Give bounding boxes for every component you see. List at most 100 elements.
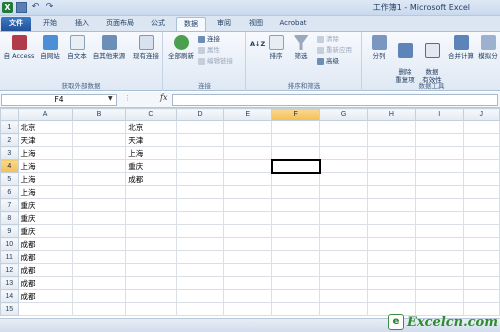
cell-d10[interactable]: [175, 237, 225, 251]
cell-g1[interactable]: [319, 120, 368, 134]
cell-a9[interactable]: 重庆: [17, 224, 73, 238]
cell-e13[interactable]: [223, 276, 273, 290]
cell-i9[interactable]: [414, 224, 464, 238]
cell-h6[interactable]: [366, 185, 416, 199]
cell-a2[interactable]: 天津: [17, 133, 73, 147]
cell-c2[interactable]: 天津: [125, 133, 177, 147]
cell-b14[interactable]: [71, 289, 127, 303]
cell-b9[interactable]: [71, 224, 127, 238]
cell-h4[interactable]: [366, 159, 416, 173]
cell-h8[interactable]: [366, 211, 416, 225]
sort-az-button[interactable]: A↓Z: [250, 40, 265, 49]
cell-e3[interactable]: [223, 146, 273, 160]
cell-d1[interactable]: [175, 120, 225, 134]
cell-i1[interactable]: [414, 120, 464, 134]
cell-d7[interactable]: [175, 198, 225, 212]
cell-a3[interactable]: 上海: [17, 146, 73, 160]
cell-j13[interactable]: [462, 276, 500, 290]
cell-b5[interactable]: [71, 172, 127, 186]
cell-e14[interactable]: [223, 289, 273, 303]
cell-b1[interactable]: [71, 120, 127, 134]
cell-h10[interactable]: [366, 237, 416, 251]
cell-c15[interactable]: [125, 302, 177, 316]
tab-insert[interactable]: 插入: [68, 17, 96, 31]
cell-h2[interactable]: [366, 133, 416, 147]
tab-home[interactable]: 开始: [36, 17, 64, 31]
cell-g9[interactable]: [319, 224, 368, 238]
cell-c1[interactable]: 北京: [125, 120, 177, 134]
cell-j8[interactable]: [462, 211, 500, 225]
cell-f2[interactable]: [271, 133, 321, 147]
cell-f15[interactable]: [271, 302, 321, 316]
tab-page-layout[interactable]: 页面布局: [100, 17, 140, 31]
cell-h12[interactable]: [366, 263, 416, 277]
cell-d6[interactable]: [175, 185, 225, 199]
cell-f13[interactable]: [271, 276, 321, 290]
cell-e6[interactable]: [223, 185, 273, 199]
column-header-h[interactable]: H: [366, 108, 416, 121]
cell-h5[interactable]: [366, 172, 416, 186]
cell-i14[interactable]: [414, 289, 464, 303]
cell-c3[interactable]: 上海: [125, 146, 177, 160]
cell-d3[interactable]: [175, 146, 225, 160]
clear-filter-button[interactable]: 清除: [317, 35, 339, 44]
cell-d13[interactable]: [175, 276, 225, 290]
cell-f7[interactable]: [271, 198, 321, 212]
row-header[interactable]: 2: [0, 133, 19, 147]
cell-a12[interactable]: 成都: [17, 263, 73, 277]
cell-e2[interactable]: [223, 133, 273, 147]
cell-a8[interactable]: 重庆: [17, 211, 73, 225]
from-access-button[interactable]: 自 Access: [2, 35, 36, 60]
cell-i6[interactable]: [414, 185, 464, 199]
select-all-corner[interactable]: [0, 108, 19, 121]
cell-d2[interactable]: [175, 133, 225, 147]
cell-c13[interactable]: [125, 276, 177, 290]
cell-h14[interactable]: [366, 289, 416, 303]
cell-c11[interactable]: [125, 250, 177, 264]
cell-b4[interactable]: [71, 159, 127, 173]
cell-d11[interactable]: [175, 250, 225, 264]
cell-g2[interactable]: [319, 133, 368, 147]
from-web-button[interactable]: 自网站: [37, 35, 63, 60]
filter-button[interactable]: 筛选: [290, 35, 312, 60]
tab-formulas[interactable]: 公式: [144, 17, 172, 31]
properties-button[interactable]: 属性: [198, 46, 220, 55]
cell-c8[interactable]: [125, 211, 177, 225]
cell-g8[interactable]: [319, 211, 368, 225]
cell-c14[interactable]: [125, 289, 177, 303]
from-other-sources-button[interactable]: 自其他来源: [90, 35, 128, 60]
advanced-filter-button[interactable]: 高级: [317, 57, 339, 66]
cell-j12[interactable]: [462, 263, 500, 277]
cell-a11[interactable]: 成都: [17, 250, 73, 264]
cell-a7[interactable]: 重庆: [17, 198, 73, 212]
cell-d14[interactable]: [175, 289, 225, 303]
cell-i5[interactable]: [414, 172, 464, 186]
cell-j10[interactable]: [462, 237, 500, 251]
column-header-f[interactable]: F: [271, 108, 321, 121]
tab-acrobat[interactable]: Acrobat: [274, 17, 312, 31]
tab-file[interactable]: 文件: [1, 17, 31, 31]
cell-j6[interactable]: [462, 185, 500, 199]
cell-b13[interactable]: [71, 276, 127, 290]
cell-f6[interactable]: [271, 185, 321, 199]
cell-j7[interactable]: [462, 198, 500, 212]
cell-d4[interactable]: [175, 159, 225, 173]
refresh-all-button[interactable]: 全部刷新: [166, 35, 196, 60]
cell-h11[interactable]: [366, 250, 416, 264]
cell-f12[interactable]: [271, 263, 321, 277]
cell-h13[interactable]: [366, 276, 416, 290]
text-to-columns-button[interactable]: 分列: [367, 35, 391, 60]
existing-connections-button[interactable]: 现有连接: [130, 35, 162, 60]
cell-a15[interactable]: [17, 302, 73, 316]
cell-i4[interactable]: [414, 159, 464, 173]
cell-j2[interactable]: [462, 133, 500, 147]
cell-i7[interactable]: [414, 198, 464, 212]
cell-e8[interactable]: [223, 211, 273, 225]
cell-e1[interactable]: [223, 120, 273, 134]
cell-e11[interactable]: [223, 250, 273, 264]
column-header-g[interactable]: G: [319, 108, 368, 121]
cell-f3[interactable]: [271, 146, 321, 160]
cell-a5[interactable]: 上海: [17, 172, 73, 186]
name-box[interactable]: F4: [1, 94, 117, 106]
cell-b7[interactable]: [71, 198, 127, 212]
